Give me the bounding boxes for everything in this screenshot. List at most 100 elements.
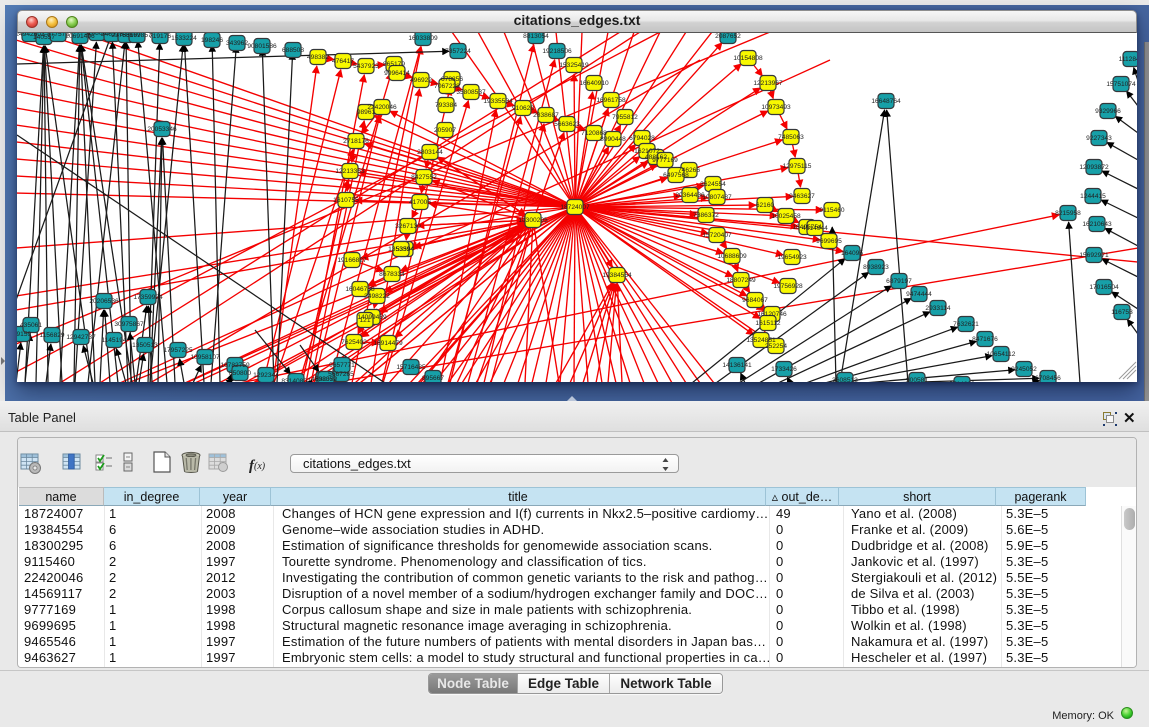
svg-text:435061: 435061: [20, 322, 42, 329]
svg-text:10958107: 10958107: [190, 354, 220, 361]
svg-text:17016504: 17016504: [1089, 284, 1119, 291]
svg-text:20206536: 20206536: [89, 298, 119, 305]
svg-text:35808537: 35808537: [456, 89, 486, 96]
svg-text:678856: 678856: [441, 76, 463, 83]
svg-text:9463627: 9463627: [789, 193, 815, 200]
svg-text:19335534: 19335534: [483, 98, 513, 105]
svg-text:12975115: 12975115: [783, 163, 812, 170]
svg-text:343962: 343962: [226, 40, 248, 47]
svg-text:7386372: 7386372: [693, 212, 719, 219]
svg-text:9777169: 9777169: [652, 157, 678, 164]
svg-text:83140807: 83140807: [281, 378, 311, 382]
svg-text:6879197: 6879197: [886, 278, 912, 285]
svg-text:8471676: 8471676: [972, 336, 998, 343]
svg-text:12213363: 12213363: [335, 168, 365, 175]
svg-text:12093872: 12093872: [1079, 164, 1109, 171]
svg-text:719176: 719176: [149, 33, 171, 40]
svg-text:2087652: 2087652: [715, 33, 741, 40]
svg-text:6794028: 6794028: [629, 135, 655, 142]
svg-text:7357224: 7357224: [445, 48, 471, 55]
svg-text:83197857: 83197857: [122, 33, 152, 39]
svg-text:10154808: 10154808: [733, 55, 763, 62]
svg-text:8678334: 8678334: [379, 271, 405, 278]
svg-text:688508: 688508: [282, 47, 304, 54]
svg-text:7485063: 7485063: [778, 134, 804, 141]
svg-text:10025458: 10025458: [771, 213, 801, 220]
svg-text:832052: 832052: [315, 376, 337, 382]
svg-text:1145194: 1145194: [101, 337, 127, 344]
svg-text:18807249: 18807249: [726, 277, 756, 284]
svg-text:793384: 793384: [435, 102, 457, 109]
svg-text:9115460: 9115460: [819, 207, 845, 214]
svg-text:1533224: 1533224: [171, 35, 197, 42]
svg-text:1350513: 1350513: [132, 342, 158, 349]
svg-text:496922: 496922: [410, 77, 432, 84]
svg-text:16640910: 16640910: [579, 80, 609, 87]
svg-text:20053346: 20053346: [147, 126, 177, 133]
svg-text:8813054: 8813054: [523, 33, 549, 40]
svg-text:3608513: 3608513: [832, 377, 858, 382]
svg-text:7632621: 7632621: [953, 321, 979, 328]
svg-text:15751074: 15751074: [1106, 81, 1136, 88]
svg-text:5663623: 5663623: [554, 121, 580, 128]
svg-text:476417: 476417: [332, 58, 354, 65]
svg-text:10688609: 10688609: [717, 253, 747, 260]
svg-text:1615112: 1615112: [755, 320, 781, 327]
svg-text:19166827: 19166827: [337, 257, 367, 264]
svg-text:90801586: 90801586: [247, 43, 277, 50]
svg-text:16914479: 16914479: [373, 340, 403, 347]
svg-text:3624554: 3624554: [700, 181, 726, 188]
svg-text:1156829: 1156829: [39, 332, 65, 339]
svg-text:39159: 39159: [17, 331, 31, 338]
svg-text:9245052: 9245052: [1011, 366, 1037, 373]
svg-text:12213967: 12213967: [753, 80, 783, 87]
svg-text:16782759: 16782759: [220, 362, 250, 369]
svg-text:15720407: 15720407: [702, 232, 732, 239]
svg-text:16648764: 16648764: [871, 98, 901, 105]
svg-text:8215958: 8215958: [1055, 210, 1081, 217]
svg-text:10654112: 10654112: [987, 351, 1016, 358]
svg-text:9996414: 9996414: [384, 70, 410, 77]
svg-text:1733426: 1733426: [771, 366, 797, 373]
svg-text:3267130: 3267130: [395, 223, 421, 230]
svg-text:9227343: 9227343: [1086, 135, 1112, 142]
svg-text:9474444: 9474444: [906, 291, 932, 298]
svg-text:895667: 895667: [422, 375, 444, 382]
svg-text:498382: 498382: [307, 54, 329, 61]
svg-text:9657771: 9657771: [329, 362, 355, 369]
svg-text:900581: 900581: [906, 377, 928, 382]
svg-text:16961758: 16961758: [596, 97, 626, 104]
svg-text:17957225: 17957225: [163, 347, 193, 354]
svg-text:15692971: 15692971: [1079, 252, 1109, 259]
svg-text:865179: 865179: [383, 61, 405, 68]
svg-text:14136141: 14136141: [722, 362, 752, 369]
svg-text:19654923: 19654923: [777, 254, 807, 261]
svg-text:18724007: 18724007: [560, 204, 590, 211]
svg-text:198246: 198246: [201, 37, 223, 44]
svg-text:116753: 116753: [1111, 309, 1133, 316]
svg-text:5437923: 5437923: [353, 63, 379, 70]
svg-text:2803144: 2803144: [417, 149, 443, 156]
svg-text:2714803: 2714803: [949, 381, 975, 382]
svg-text:1244415: 1244415: [1080, 193, 1106, 200]
svg-text:12942737: 12942737: [66, 334, 96, 341]
svg-text:8427552: 8427552: [411, 174, 437, 181]
svg-text:16046788: 16046788: [345, 286, 375, 293]
svg-text:17359924: 17359924: [133, 294, 163, 301]
svg-text:10807487: 10807487: [702, 194, 732, 201]
svg-text:850800: 850800: [229, 370, 251, 377]
svg-text:18300295: 18300295: [518, 217, 548, 224]
svg-text:9699695: 9699695: [816, 238, 842, 245]
svg-text:2933114: 2933114: [925, 305, 951, 312]
svg-text:16210643: 16210643: [1082, 221, 1112, 228]
svg-text:2718176: 2718176: [343, 138, 369, 145]
svg-text:19218506: 19218506: [542, 48, 572, 55]
svg-text:4514944: 4514944: [802, 225, 828, 232]
svg-text:16120746: 16120746: [757, 311, 787, 318]
svg-text:(x): (x): [254, 461, 266, 472]
svg-text:910620: 910620: [512, 105, 534, 112]
svg-text:164095: 164095: [841, 250, 863, 257]
svg-text:8938923: 8938923: [863, 264, 889, 271]
svg-text:20364436: 20364436: [675, 192, 705, 199]
svg-text:1112843: 1112843: [1119, 56, 1137, 63]
